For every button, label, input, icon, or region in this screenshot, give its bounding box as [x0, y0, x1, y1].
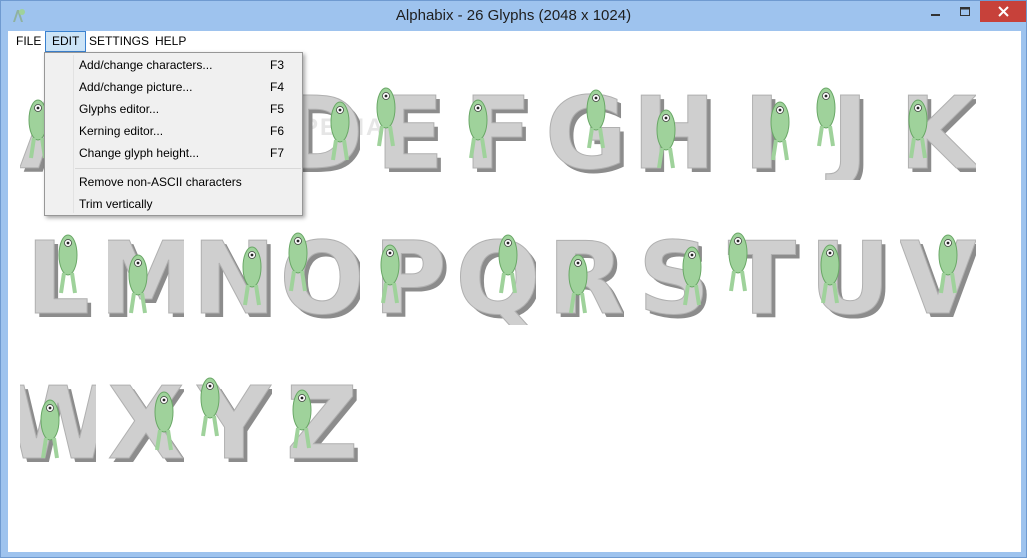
- menu-item-label: Kerning editor...: [79, 124, 164, 138]
- glyph-w[interactable]: WW: [20, 350, 96, 471]
- glyph-u[interactable]: UU: [812, 205, 888, 326]
- glyph-letter: L: [26, 220, 90, 325]
- creature-pupil: [36, 106, 40, 110]
- menu-item-label: Trim vertically: [79, 197, 153, 211]
- window-title: Alphabix - 26 Glyphs (2048 x 1024): [395, 7, 632, 24]
- glyph-m[interactable]: MM: [108, 205, 184, 326]
- menu-item-remove-non-ascii[interactable]: Remove non-ASCII characters: [45, 171, 302, 193]
- creature-pupil: [208, 384, 212, 388]
- menu-item-shortcut: F4: [270, 80, 285, 94]
- glyph-n[interactable]: NN: [196, 205, 272, 326]
- glyph-t[interactable]: TT: [724, 205, 800, 326]
- creature-pupil: [296, 239, 300, 243]
- glyph-z[interactable]: ZZ: [284, 350, 360, 471]
- close-icon: [997, 6, 1009, 17]
- glyph-k[interactable]: KK: [900, 60, 976, 181]
- creature-leg: [817, 125, 824, 147]
- maximize-icon: [959, 6, 970, 16]
- creature-pupil: [162, 398, 166, 402]
- creature-pupil: [476, 106, 480, 110]
- menu-item-shortcut: F7: [270, 146, 285, 160]
- glyph-x[interactable]: XX: [108, 350, 184, 471]
- glyph-y[interactable]: YY: [196, 350, 272, 471]
- creature-pupil: [506, 241, 510, 245]
- glyph-h[interactable]: HH: [636, 60, 712, 181]
- menu-item-add-change-characters[interactable]: Add/change characters... F3: [45, 54, 302, 76]
- glyph-letter: Q: [460, 220, 536, 325]
- glyph-j[interactable]: JJ: [812, 60, 888, 180]
- glyph-i[interactable]: II: [724, 60, 800, 180]
- menu-item-shortcut: F3: [270, 58, 285, 72]
- menu-item-glyphs-editor[interactable]: Glyphs editor... F5: [45, 98, 302, 120]
- glyph-l[interactable]: LL: [20, 205, 96, 326]
- creature-pupil: [136, 261, 140, 265]
- minimize-icon: [931, 13, 940, 16]
- creature-pupil: [48, 406, 52, 410]
- menu-item-trim-vertically[interactable]: Trim vertically: [45, 193, 302, 215]
- menu-settings[interactable]: SETTINGS: [83, 31, 155, 52]
- glyph-s[interactable]: SS: [636, 205, 712, 326]
- creature-pupil: [778, 108, 782, 112]
- menu-item-shortcut: F5: [270, 102, 285, 116]
- glyph-letter: V: [900, 220, 976, 325]
- menu-edit[interactable]: EDIT: [45, 31, 87, 52]
- menu-item-label: Add/change picture...: [79, 80, 193, 94]
- menu-item-kerning-editor[interactable]: Kerning editor... F6: [45, 120, 302, 142]
- app-window: Alphabix - 26 Glyphs (2048 x 1024) FILE …: [0, 0, 1027, 558]
- glyph-g[interactable]: GG: [548, 60, 624, 181]
- menu-item-label: Add/change characters...: [79, 58, 213, 72]
- menu-item-label: Remove non-ASCII characters: [79, 175, 242, 189]
- minimize-button[interactable]: [921, 1, 951, 22]
- glyph-f[interactable]: FF: [460, 60, 536, 181]
- glyph-r[interactable]: RR: [548, 205, 624, 326]
- menu-item-shortcut: F6: [270, 124, 285, 138]
- creature-pupil: [300, 396, 304, 400]
- creature-pupil: [916, 106, 920, 110]
- creature-pupil: [338, 108, 342, 112]
- glyph-p[interactable]: PP: [372, 205, 448, 326]
- maximize-button[interactable]: [951, 1, 979, 22]
- creature-pupil: [828, 251, 832, 255]
- menu-item-change-glyph-height[interactable]: Change glyph height... F7: [45, 142, 302, 164]
- menu-item-label: Glyphs editor...: [79, 102, 160, 116]
- creature-pupil: [736, 239, 740, 243]
- creature-pupil: [384, 94, 388, 98]
- creature-pupil: [66, 241, 70, 245]
- creature-pupil: [576, 261, 580, 265]
- menu-file[interactable]: FILE: [10, 31, 47, 52]
- close-button[interactable]: [980, 1, 1026, 22]
- menu-help[interactable]: HELP: [149, 31, 192, 52]
- creature-pupil: [690, 253, 694, 257]
- glyph-q[interactable]: QQ: [460, 205, 536, 326]
- glyph-v[interactable]: VV: [900, 205, 976, 326]
- creature-pupil: [824, 94, 828, 98]
- creature-pupil: [946, 241, 950, 245]
- menu-item-add-change-picture[interactable]: Add/change picture... F4: [45, 76, 302, 98]
- glyph-e[interactable]: EE: [372, 60, 448, 181]
- glyph-letter: G: [548, 75, 624, 180]
- menu-separator: [75, 168, 301, 169]
- title-bar[interactable]: Alphabix - 26 Glyphs (2048 x 1024): [1, 1, 1026, 31]
- menu-item-label: Change glyph height...: [79, 146, 200, 160]
- menu-bar: FILE EDIT SETTINGS HELP: [8, 31, 1021, 52]
- creature-pupil: [664, 116, 668, 120]
- edit-menu-dropdown: Add/change characters... F3 Add/change p…: [44, 52, 303, 216]
- glyph-o[interactable]: OO: [284, 205, 360, 326]
- creature-pupil: [388, 251, 392, 255]
- creature-pupil: [250, 253, 254, 257]
- creature-pupil: [594, 96, 598, 100]
